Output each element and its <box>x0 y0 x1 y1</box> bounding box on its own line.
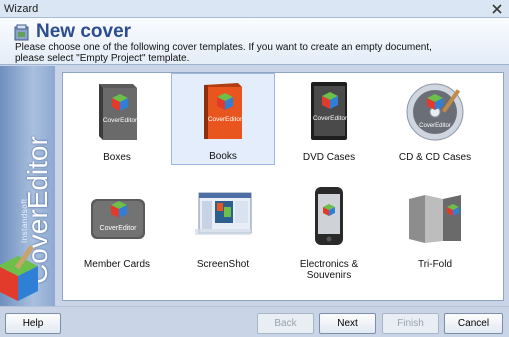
back-label: Back <box>274 318 297 329</box>
icon-text: CoverEditor <box>208 116 243 123</box>
icon-text: CoverEditor <box>103 117 138 124</box>
template-member-cards[interactable]: CoverEditor Member Cards <box>65 182 169 274</box>
next-button[interactable]: Next <box>319 313 376 334</box>
template-label: CD & CD Cases <box>398 152 472 163</box>
new-cover-icon <box>14 24 29 41</box>
template-label: Member Cards <box>83 259 151 270</box>
wizard-footer: Help Back Next Finish Cancel <box>0 306 509 337</box>
cd-icon: CoverEditor <box>406 83 464 141</box>
template-label: Tri-Fold <box>417 259 453 270</box>
finish-label: Finish <box>397 318 424 329</box>
back-button[interactable]: Back <box>257 313 314 334</box>
template-label: Books <box>209 151 237 162</box>
brand-cube-icon <box>0 245 38 301</box>
template-label: ScreenShot <box>196 259 250 270</box>
close-icon[interactable] <box>491 3 503 15</box>
sidebar-banner: Instandsoft CoverEditor <box>0 66 55 306</box>
template-screenshot[interactable]: ScreenShot <box>171 182 275 274</box>
next-label: Next <box>337 318 358 329</box>
template-label: Electronics & Souvenirs <box>299 259 359 281</box>
cancel-button[interactable]: Cancel <box>444 313 503 334</box>
trifold-icon <box>409 195 461 243</box>
wizard-header: New cover Please choose one of the follo… <box>0 18 509 65</box>
icon-text: CoverEditor <box>313 115 348 122</box>
help-button[interactable]: Help <box>5 313 61 334</box>
phone-icon <box>315 187 343 245</box>
template-tri-fold[interactable]: Tri-Fold <box>383 182 487 274</box>
template-cd-cases[interactable]: CoverEditor CD & CD Cases <box>383 75 487 167</box>
member-card-icon: CoverEditor <box>91 199 145 239</box>
cancel-label: Cancel <box>457 318 490 329</box>
template-dvd-cases[interactable]: CoverEditor DVD Cases <box>277 75 381 167</box>
title-bar: Wizard <box>0 0 509 18</box>
description-line: Please choose one of the following cover… <box>15 42 432 53</box>
screenshot-icon <box>195 192 252 235</box>
dvd-case-icon: CoverEditor <box>311 82 348 140</box>
page-title: New cover <box>36 21 132 42</box>
icon-text: CoverEditor <box>419 123 451 129</box>
description-line: please select "Empty Project" template. <box>15 53 190 64</box>
window-title: Wizard <box>4 3 39 15</box>
template-books[interactable]: CoverEditor Books <box>171 73 275 165</box>
book-icon: CoverEditor <box>204 83 243 139</box>
template-label: Boxes <box>103 152 131 163</box>
box-icon: CoverEditor <box>99 84 138 140</box>
finish-button[interactable]: Finish <box>382 313 439 334</box>
template-label: DVD Cases <box>302 152 356 163</box>
page-description: Please choose one of the following cover… <box>15 42 495 64</box>
template-electronics[interactable]: Electronics & Souvenirs <box>277 182 381 281</box>
template-list: CoverEditor Boxes CoverEditor Books Cove… <box>62 72 504 301</box>
template-boxes[interactable]: CoverEditor Boxes <box>65 75 169 167</box>
icon-text: CoverEditor <box>100 225 138 232</box>
help-label: Help <box>22 318 44 329</box>
